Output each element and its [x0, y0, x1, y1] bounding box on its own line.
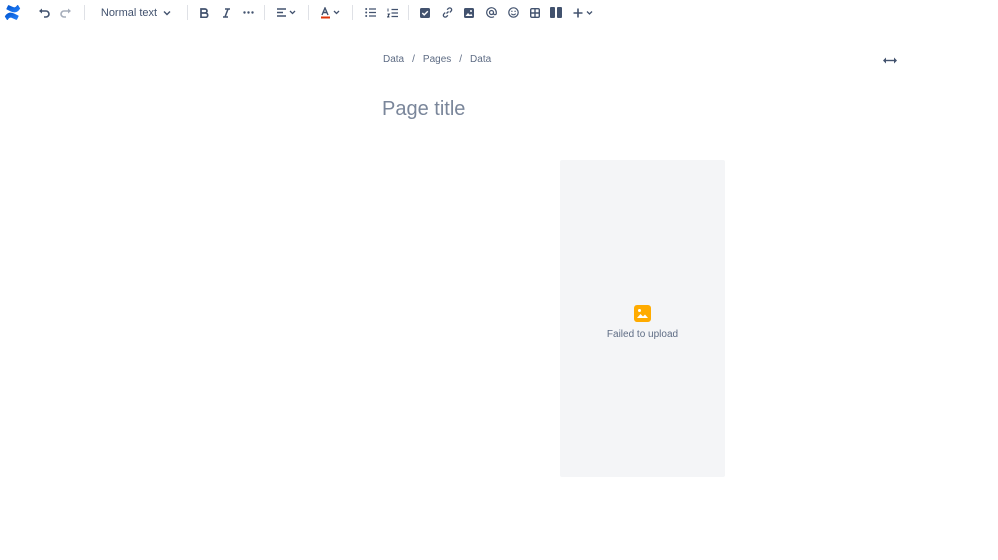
mention-icon[interactable]	[484, 3, 498, 22]
breadcrumb-item[interactable]: Data	[383, 54, 404, 65]
emoji-icon[interactable]	[506, 3, 520, 22]
media-error-container: Failed to upload	[560, 305, 725, 340]
breadcrumb-separator: /	[412, 54, 415, 65]
editor-toolbar: Normal text	[0, 0, 998, 25]
chevron-down-icon	[163, 10, 171, 15]
confluence-logo-icon[interactable]	[3, 3, 21, 22]
align-icon[interactable]	[275, 3, 297, 22]
undo-icon[interactable]	[37, 3, 51, 22]
breadcrumb-item[interactable]: Pages	[423, 54, 451, 65]
toolbar-divider	[187, 5, 188, 20]
link-icon[interactable]	[440, 3, 454, 22]
toolbar-divider	[308, 5, 309, 20]
insert-plus-icon[interactable]	[572, 3, 594, 22]
bold-icon[interactable]	[197, 3, 211, 22]
toolbar-divider	[352, 5, 353, 20]
breadcrumb-separator: /	[459, 54, 463, 65]
breadcrumb-item[interactable]: Data	[470, 54, 491, 65]
table-icon[interactable]	[528, 3, 542, 22]
layouts-icon[interactable]	[549, 3, 563, 22]
media-error-text: Failed to upload	[606, 329, 679, 340]
more-formatting-icon[interactable]	[241, 3, 255, 22]
toolbar-divider	[84, 5, 85, 20]
italic-icon[interactable]	[219, 3, 233, 22]
bullet-list-icon[interactable]	[363, 3, 377, 22]
image-error-icon	[634, 305, 651, 322]
toolbar-divider	[264, 5, 265, 20]
numbered-list-icon[interactable]	[385, 3, 399, 22]
text-style-label: Normal text	[100, 6, 158, 19]
action-item-icon[interactable]	[418, 3, 432, 22]
breadcrumb: Data / Pages / Data	[383, 54, 491, 65]
text-color-icon[interactable]	[319, 3, 341, 22]
media-placeholder[interactable]: Failed to upload	[560, 160, 725, 477]
redo-icon[interactable]	[59, 3, 73, 22]
full-width-toggle-icon[interactable]	[882, 54, 898, 66]
text-style-dropdown[interactable]: Normal text	[99, 3, 173, 22]
image-icon[interactable]	[462, 3, 476, 22]
toolbar-divider	[408, 5, 409, 20]
page-title-input[interactable]	[382, 98, 882, 121]
